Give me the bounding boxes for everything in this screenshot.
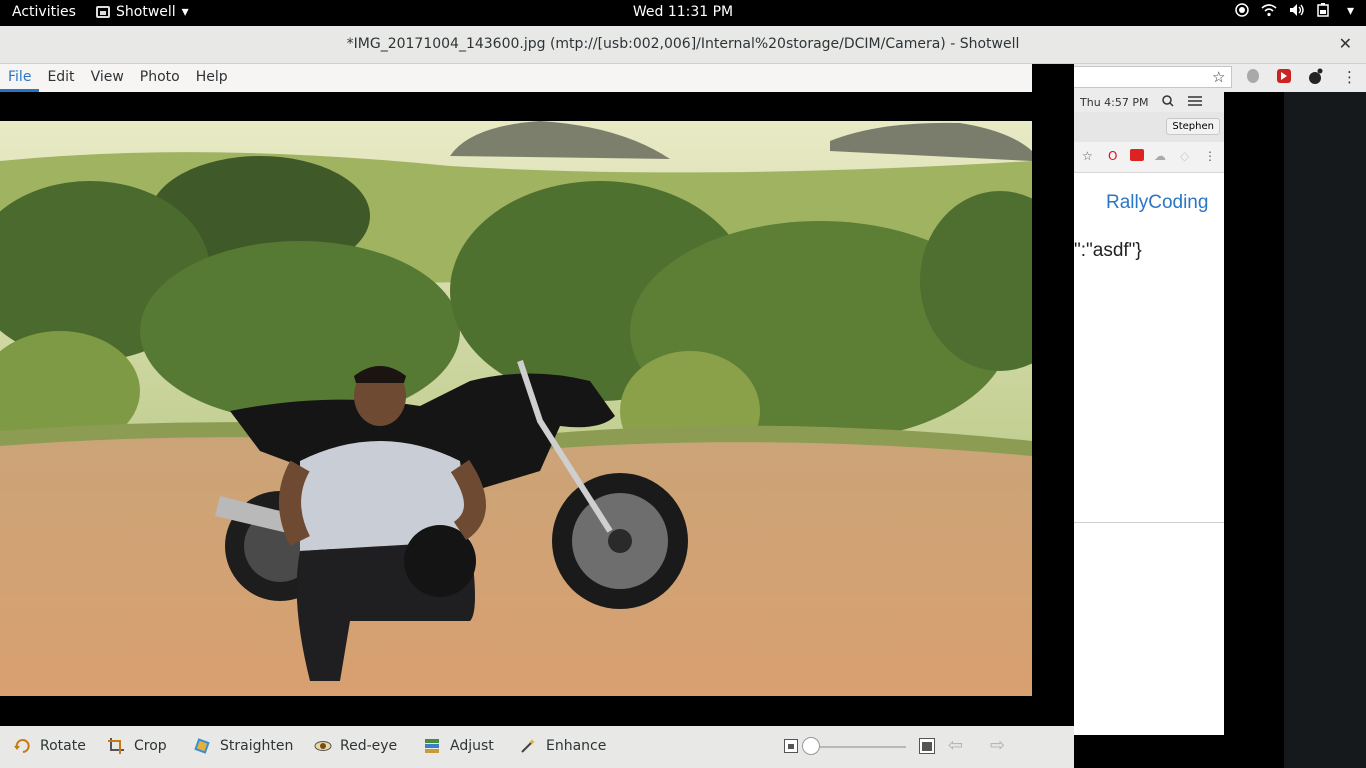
straighten-icon [194,738,210,754]
user-profile-tab: Stephen [1166,118,1220,135]
cloud-icon: ☁ [1154,149,1166,163]
background-clock: Thu 4:57 PM [1080,95,1149,109]
background-menubar: Thu 4:57 PM [1074,92,1224,112]
rotate-button[interactable]: Rotate [14,738,86,754]
red-eye-label: Red-eye [340,738,398,754]
top-bar: Activities Shotwell ▾ Wed 11:31 PM ▾ [0,0,1366,26]
magic-wand-icon [520,738,536,754]
battery-icon [1317,3,1335,21]
kebab-menu-icon: ⋮ [1204,149,1216,163]
page-heading: RallyCoding [1106,192,1209,213]
background-window-strip [1284,92,1366,768]
activities-button[interactable]: Activities [12,4,76,20]
app-menu-button[interactable]: Shotwell ▾ [96,4,189,20]
menu-file[interactable]: File [0,64,40,92]
browser-url-field[interactable] [1074,66,1232,88]
rotate-icon [14,738,30,754]
json-output: ":"asdf"} [1074,240,1142,261]
editing-toolbar: Rotate Crop Straighten Red-eye Adjust En… [0,726,1074,768]
extension-icon[interactable] [1246,68,1260,88]
zoom-out-icon[interactable] [784,739,798,757]
red-eye-button[interactable]: Red-eye [314,738,397,754]
clock-button[interactable]: Wed 11:31 PM [633,4,733,20]
crop-button[interactable]: Crop [108,738,167,754]
rotate-label: Rotate [40,738,86,754]
background-browser-window: Thu 4:57 PM Stephen ☆ O ☁ ◇ ⋮ RallyCodin… [1074,92,1224,735]
gnome-extension-icon[interactable] [1308,68,1324,88]
list-icon [1188,95,1203,110]
adjust-button[interactable]: Adjust [424,738,494,754]
red-extension-icon [1130,149,1144,164]
menu-edit[interactable]: Edit [39,64,82,92]
zoom-in-icon[interactable] [919,738,935,758]
window-title: *IMG_20171004_143600.jpg (mtp://[usb:002… [346,36,1020,52]
background-tabstrip: Stephen [1074,112,1224,142]
photo-viewer[interactable] [0,92,1032,726]
menu-bar: File Edit View Photo Help [0,64,1032,92]
content-divider [1074,522,1224,523]
zoom-slider-handle[interactable] [802,737,820,755]
system-tray[interactable]: ▾ [1235,3,1354,21]
enhance-button[interactable]: Enhance [520,738,606,754]
opera-icon: O [1108,149,1118,163]
volume-icon [1289,3,1305,21]
adjust-icon [424,738,440,754]
zoom-slider-track[interactable] [812,746,906,748]
next-photo-button[interactable]: ⇨ [990,735,1005,756]
tray-dropdown-icon: ▾ [1346,3,1354,19]
crop-label: Crop [134,738,167,754]
menu-help[interactable]: Help [188,64,236,92]
search-icon [1162,94,1175,110]
previous-photo-button[interactable]: ⇦ [948,735,963,756]
eye-icon [314,738,332,754]
browser-menu-icon[interactable]: ⋮ [1342,68,1357,86]
menu-view[interactable]: View [83,64,132,92]
adjust-label: Adjust [450,738,494,754]
menu-photo[interactable]: Photo [132,64,188,92]
browser-address-bar[interactable]: ☆ ⋮ [1074,64,1366,92]
star-icon: ☆ [1082,149,1093,163]
photo-image [0,121,1032,696]
background-toolbar: ☆ O ☁ ◇ ⋮ [1074,142,1224,173]
shotwell-app-icon [96,6,110,18]
enhance-label: Enhance [546,738,607,754]
straighten-label: Straighten [220,738,294,754]
wifi-icon [1261,3,1277,21]
chevron-down-icon: ▾ [181,4,189,20]
faded-extension-icon: ◇ [1180,149,1190,163]
record-extension-icon[interactable] [1276,68,1292,88]
straighten-button[interactable]: Straighten [194,738,293,754]
app-menu-label: Shotwell [116,4,176,20]
crop-icon [108,738,124,754]
record-icon [1235,3,1249,21]
window-titlebar[interactable]: *IMG_20171004_143600.jpg (mtp://[usb:002… [0,26,1366,64]
bookmark-star-icon[interactable]: ☆ [1212,68,1225,86]
clock-container: Wed 11:31 PM [0,4,1366,20]
close-window-button[interactable]: ✕ [1339,34,1352,53]
